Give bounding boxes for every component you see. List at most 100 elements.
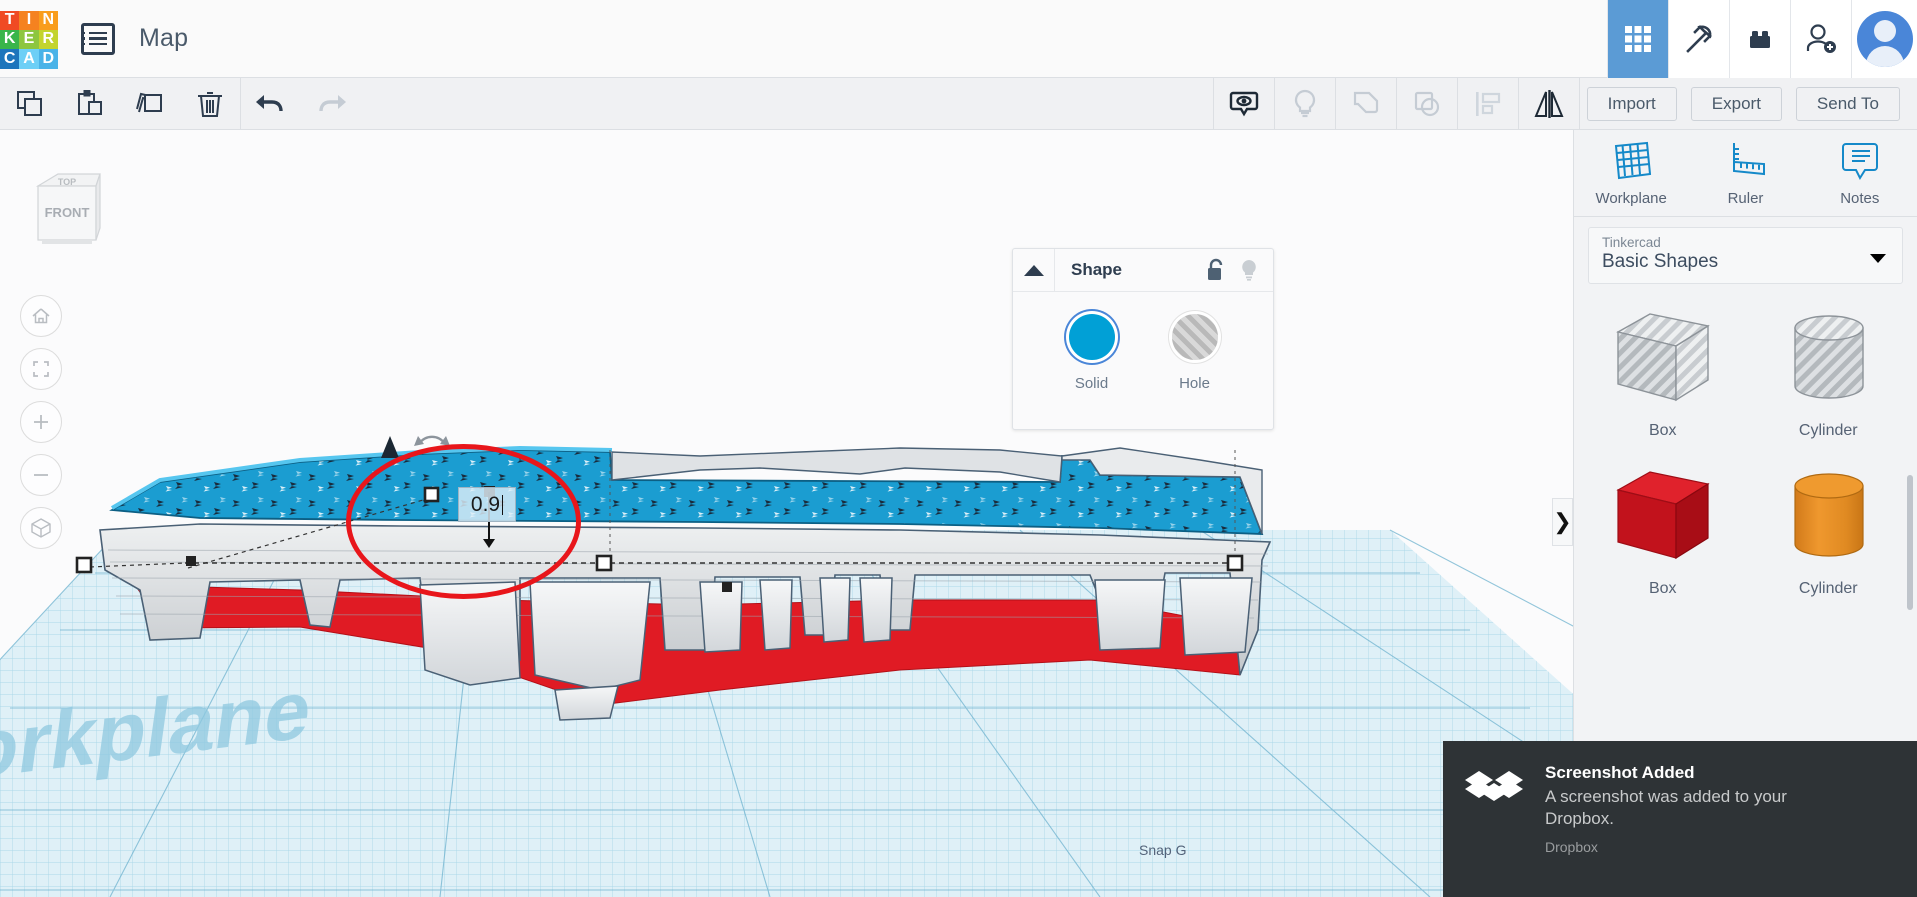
home-view-button[interactable] (20, 295, 62, 337)
logo-tile-t: T (0, 10, 20, 30)
3d-canvas[interactable]: Workplane TOP FRONT 0.9 Snap G ❯ Shape S… (0, 130, 1573, 897)
cylinder-solid-thumbnail (1794, 473, 1864, 557)
topbar-actions (1607, 0, 1917, 78)
toolbar-divider (1578, 77, 1580, 130)
shape-library-scrollbar[interactable] (1907, 475, 1913, 610)
pickaxe-glyph (1686, 24, 1712, 53)
logo-tile-d: D (38, 49, 58, 69)
notes-tool[interactable]: Notes (1803, 138, 1917, 207)
cube-icon (31, 518, 51, 538)
notification-text: Screenshot Added A screenshot was added … (1545, 763, 1805, 897)
logo-tile-a: A (19, 49, 39, 69)
send-to-button[interactable]: Send To (1795, 86, 1900, 121)
shape-panel-body: Solid Hole (1013, 292, 1273, 392)
dimension-input[interactable]: 0.9 (458, 487, 516, 522)
fit-frame-icon (33, 361, 49, 377)
shape-cylinder-hole-label: Cylinder (1798, 422, 1858, 439)
box-solid-thumbnail (1616, 471, 1710, 560)
workplane-tool[interactable]: Workplane (1574, 138, 1688, 207)
import-button[interactable]: Import (1586, 86, 1677, 121)
ungroup-icon[interactable] (1397, 78, 1457, 130)
shape-box-solid[interactable]: Box (1580, 460, 1746, 598)
sidebar-divider (1574, 216, 1917, 217)
shape-panel-header: Shape (1013, 248, 1273, 292)
zoom-out-button[interactable] (20, 454, 62, 496)
shape-properties-panel: Shape Solid Hole (1012, 248, 1274, 430)
unlock-icon[interactable] (1206, 258, 1228, 282)
workplane-tool-label: Workplane (1595, 190, 1667, 207)
solid-label: Solid (1074, 375, 1109, 392)
hole-swatch[interactable]: Hole (1171, 314, 1218, 392)
delete-icon[interactable] (180, 78, 240, 130)
fit-to-view-button[interactable] (20, 348, 62, 390)
workplane-scene: Workplane (0, 435, 1573, 897)
hole-color-dot (1171, 314, 1218, 360)
export-button[interactable]: Export (1690, 86, 1782, 121)
lightbulb-icon[interactable] (1239, 258, 1259, 282)
mirror-glyph (1534, 89, 1564, 118)
avatar-container (1851, 0, 1917, 78)
ruler-tool[interactable]: Ruler (1688, 138, 1802, 207)
ortho-perspective-button[interactable] (20, 507, 62, 549)
redo-icon[interactable] (301, 78, 361, 130)
copy-glyph (17, 90, 42, 116)
ruler-tool-label: Ruler (1727, 190, 1764, 207)
shape-library-grid: Box Cylinder Box Cylinder (1574, 302, 1917, 598)
toolbar-right-group: Import Export Send To (1212, 77, 1917, 130)
box-hole-thumbnail (1615, 313, 1710, 402)
shape-panel-icons (1206, 258, 1273, 282)
undo-icon[interactable] (241, 78, 301, 130)
panel-collapse-toggle[interactable]: ❯ (1552, 498, 1573, 546)
plus-icon (34, 415, 48, 429)
add-person-icon[interactable] (1790, 0, 1851, 78)
zoom-in-button[interactable] (20, 401, 62, 443)
sidebar-tools: Workplane Ruler Notes (1574, 130, 1917, 216)
copy-icon[interactable] (0, 78, 60, 130)
view-cube-front-label: FRONT (45, 205, 90, 220)
trash-glyph (198, 91, 222, 117)
paste-icon[interactable] (60, 78, 120, 130)
lego-brick-icon[interactable] (1729, 0, 1790, 78)
shape-box-hole[interactable]: Box (1580, 302, 1746, 440)
pickaxe-icon[interactable] (1668, 0, 1729, 78)
add-person-glyph (1806, 23, 1836, 53)
shape-cylinder-hole[interactable]: Cylinder (1746, 302, 1912, 440)
align-glyph (1475, 91, 1500, 116)
undo-glyph (256, 94, 283, 111)
notes-bubble-icon (1841, 143, 1878, 181)
hole-label: Hole (1179, 375, 1210, 392)
shape-panel-collapse-button[interactable] (1013, 248, 1055, 292)
view-cube[interactable]: TOP FRONT (28, 168, 106, 250)
shape-cylinder-solid-label: Cylinder (1798, 580, 1858, 597)
group-icon[interactable] (1336, 78, 1396, 130)
avatar[interactable] (1856, 10, 1913, 67)
lightbulb-icon[interactable] (1275, 78, 1335, 130)
logo-tile-c: C (0, 49, 20, 69)
page-title: Map (139, 24, 189, 52)
grid-apps-icon[interactable] (1607, 0, 1668, 78)
cylinder-hole-thumbnail (1794, 315, 1864, 399)
logo-tile-e: E (19, 29, 39, 50)
duplicate-icon[interactable] (120, 78, 180, 130)
mirror-icon[interactable] (1519, 78, 1579, 130)
minus-icon (34, 474, 48, 476)
notification-source: Dropbox (1545, 838, 1598, 855)
shape-library-select[interactable]: Tinkercad Basic Shapes (1588, 227, 1903, 284)
notes-tool-label: Notes (1840, 190, 1880, 207)
library-group-label: Tinkercad (1602, 235, 1661, 250)
solid-color-dot (1068, 314, 1115, 360)
align-icon[interactable] (1458, 78, 1518, 130)
view-nav-buttons (20, 295, 62, 560)
visibility-icon[interactable] (1214, 78, 1274, 130)
dimension-value: 0.9 (470, 492, 501, 516)
logo-tile-k: K (0, 29, 20, 50)
solid-swatch[interactable]: Solid (1068, 314, 1115, 392)
shape-cylinder-solid[interactable]: Cylinder (1746, 460, 1912, 598)
edit-toolbar: Import Export Send To (0, 77, 1917, 130)
tinkercad-logo[interactable]: TINKERCAD (0, 10, 58, 69)
triangle-up-icon (1023, 264, 1044, 276)
dropbox-notification[interactable]: Screenshot Added A screenshot was added … (1443, 741, 1917, 897)
list-menu-icon[interactable] (81, 22, 115, 55)
notification-body: A screenshot was added to your Dropbox. (1545, 787, 1787, 828)
shape-box-hole-label: Box (1648, 422, 1677, 439)
